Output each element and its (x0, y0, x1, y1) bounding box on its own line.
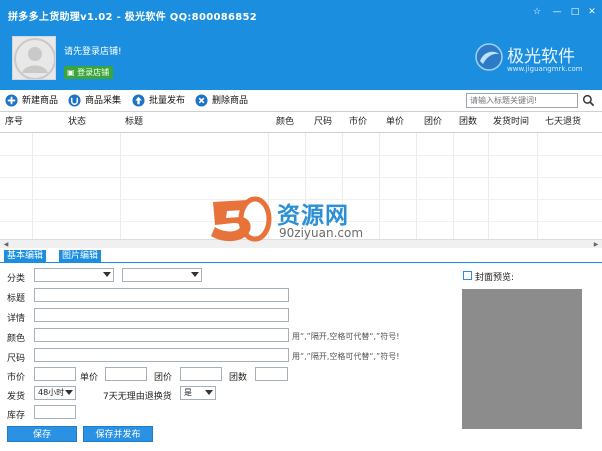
new-product-label: 新建商品 (22, 96, 59, 106)
collect-product-label: 商品采集 (85, 96, 122, 106)
return-select[interactable]: 是 (180, 386, 216, 400)
ship-label: 发货 (7, 392, 26, 402)
group-price-input[interactable] (180, 367, 222, 381)
detail-label: 详情 (7, 314, 26, 324)
cover-preview-image (462, 289, 582, 429)
chevron-down-icon (103, 272, 111, 277)
unit-price-input[interactable] (105, 367, 147, 381)
col-header-color[interactable]: 颜色 (276, 112, 294, 133)
stock-label: 库存 (7, 411, 26, 421)
save-button[interactable]: 保存 (7, 426, 77, 442)
size-label: 尺码 (7, 354, 26, 364)
market-price-input[interactable] (34, 367, 76, 381)
delete-product-label: 删除商品 (212, 96, 249, 106)
avatar (12, 36, 56, 80)
cover-preview-label: 封面预览: (475, 273, 515, 283)
search-icon[interactable] (582, 94, 595, 107)
collect-product-button[interactable]: 商品采集 (68, 94, 121, 108)
column-divider (537, 133, 538, 248)
save-publish-button[interactable]: 保存并发布 (83, 426, 153, 442)
delete-product-button[interactable]: 删除商品 (195, 94, 248, 108)
detail-input[interactable] (34, 308, 289, 322)
search-input[interactable] (466, 93, 578, 108)
return-label: 7天无理由退换货 (103, 392, 172, 402)
column-divider (453, 133, 454, 248)
scroll-right-icon[interactable]: ▶ (592, 241, 600, 248)
return-value: 是 (184, 388, 192, 397)
brand-url: www.jiguangmrk.com (507, 65, 583, 73)
settings-icon[interactable]: ☆ (530, 5, 544, 19)
category-label: 分类 (7, 274, 26, 284)
cover-preview-checkbox[interactable] (463, 271, 472, 280)
col-header-group-count[interactable]: 团数 (459, 112, 477, 133)
chevron-down-icon (205, 390, 213, 395)
table-header: 序号 状态 标题 颜色 尺码 市价 单价 团价 团数 发货时间 七天退货 (0, 112, 602, 133)
row-divider (0, 155, 602, 156)
watermark-logo-icon (211, 196, 272, 242)
unit-price-label: 单价 (80, 373, 99, 383)
color-hint: 用“,”隔开,空格可代替“,”符号! (292, 332, 400, 341)
title-input[interactable] (34, 288, 289, 302)
col-header-seven-day-return[interactable]: 七天退货 (545, 112, 581, 133)
col-header-status[interactable]: 状态 (68, 112, 86, 133)
column-divider (488, 133, 489, 248)
minimize-button[interactable]: — (550, 5, 564, 19)
brand-logo: 极光软件 www.jiguangmrk.com (474, 40, 586, 76)
column-divider (120, 133, 121, 248)
header-panel: 请先登录店铺! ▣ 登录店铺 极光软件 www.jiguangmrk.com (0, 28, 602, 90)
login-store-label: 登录店铺 (77, 68, 110, 77)
col-header-ship-time[interactable]: 发货时间 (493, 112, 529, 133)
watermark-url: 90ziyuan.com (279, 226, 364, 240)
col-header-group-price[interactable]: 团价 (424, 112, 442, 133)
delete-icon (195, 94, 208, 107)
column-divider (32, 133, 33, 248)
brand-mark-icon (475, 43, 503, 71)
edit-form: 分类 标题 详情 颜色 用“,”隔开,空格可代替“,”符号! 尺码 用“,”隔开… (0, 263, 602, 451)
size-input[interactable] (34, 348, 289, 362)
plus-circle-icon (5, 94, 18, 107)
ship-time-select[interactable]: 48小时 (34, 386, 76, 400)
login-tip: 请先登录店铺! (64, 47, 122, 57)
column-divider (416, 133, 417, 248)
size-hint: 用“,”隔开,空格可代替“,”符号! (292, 352, 400, 361)
close-button[interactable]: ✕ (585, 5, 599, 19)
ship-time-value: 48小时 (38, 388, 65, 397)
site-watermark: 资源网 90ziyuan.com (207, 192, 397, 252)
scroll-left-icon[interactable]: ◀ (2, 241, 10, 248)
group-count-input[interactable] (255, 367, 288, 381)
market-price-label: 市价 (7, 373, 26, 383)
store-icon: ▣ (67, 68, 78, 77)
watermark-text: 资源网 (277, 203, 349, 229)
group-count-label: 团数 (229, 373, 248, 383)
col-header-unit-price[interactable]: 单价 (386, 112, 404, 133)
group-price-label: 团价 (154, 373, 173, 383)
upload-icon (132, 94, 145, 107)
stock-input[interactable] (34, 405, 76, 419)
category-select-primary[interactable] (34, 268, 114, 282)
maximize-button[interactable]: □ (568, 5, 582, 19)
color-input[interactable] (34, 328, 289, 342)
col-header-size[interactable]: 尺码 (314, 112, 332, 133)
new-product-button[interactable]: 新建商品 (5, 94, 58, 108)
chevron-down-icon (65, 390, 73, 395)
user-avatar-icon (14, 38, 55, 79)
col-header-index[interactable]: 序号 (5, 112, 23, 133)
batch-publish-label: 批量发布 (149, 96, 186, 106)
col-header-title[interactable]: 标题 (125, 112, 143, 133)
batch-publish-button[interactable]: 批量发布 (132, 94, 185, 108)
collect-icon (68, 94, 81, 107)
edit-tabs: 基本编辑 图片编辑 (0, 248, 602, 263)
title-bar: 拼多多上货助理v1.02 - 极光软件 QQ:800086852 ☆ — □ ✕ (0, 0, 602, 28)
row-divider (0, 177, 602, 178)
toolbar: 新建商品 商品采集 批量发布 删除商品 (0, 90, 602, 112)
color-label: 颜色 (7, 334, 26, 344)
login-store-button[interactable]: ▣ 登录店铺 (64, 66, 114, 79)
brand-name: 极光软件 (507, 47, 575, 67)
col-header-market-price[interactable]: 市价 (349, 112, 367, 133)
category-select-secondary[interactable] (122, 268, 202, 282)
window-title: 拼多多上货助理v1.02 - 极光软件 QQ:800086852 (8, 12, 258, 23)
chevron-down-icon (191, 272, 199, 277)
title-label: 标题 (7, 294, 26, 304)
